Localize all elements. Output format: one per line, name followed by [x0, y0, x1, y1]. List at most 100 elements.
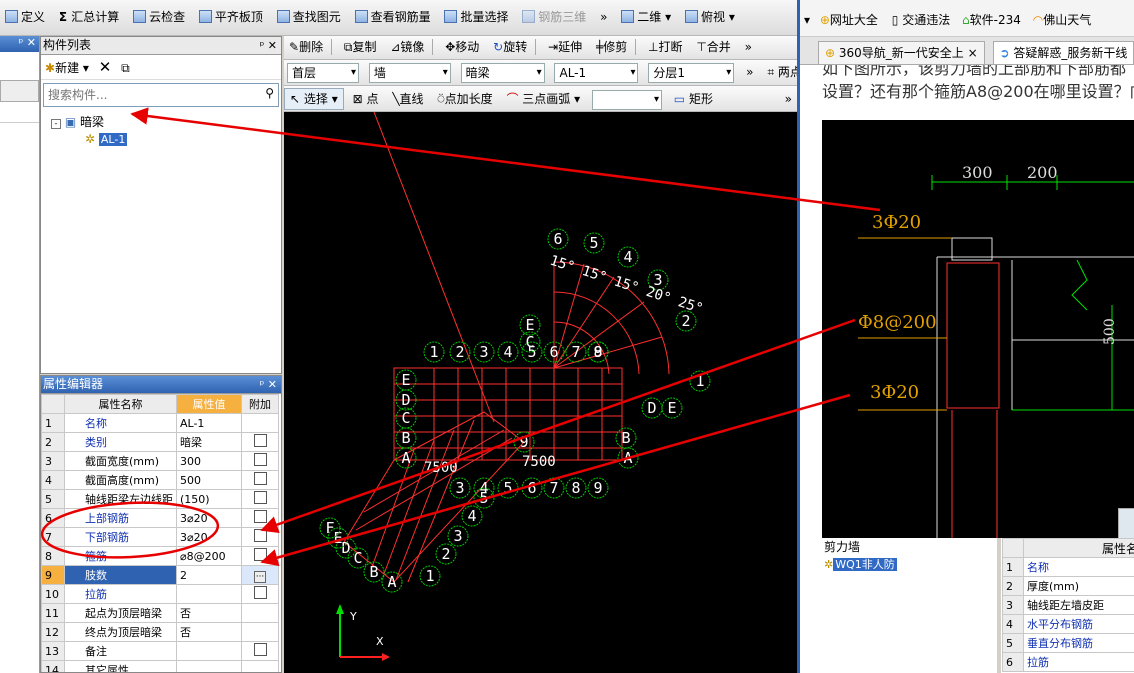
- pin-close-icons[interactable]: ᵖ ✕: [260, 37, 277, 54]
- extra-checkbox[interactable]: [253, 548, 267, 561]
- find-element-button[interactable]: 查找图元: [272, 6, 346, 28]
- copy-icon[interactable]: ⧉: [121, 61, 130, 75]
- floor-select[interactable]: 首层: [287, 63, 359, 83]
- property-row[interactable]: 3 截面宽度(mm) 300: [41, 451, 279, 471]
- property-value[interactable]: 300: [176, 451, 242, 471]
- type-select[interactable]: 墙: [368, 63, 451, 83]
- top-view-dropdown[interactable]: 俯视 ▾: [680, 6, 740, 28]
- tree-item[interactable]: ✲ AL-1: [51, 131, 281, 148]
- lower-property-row[interactable]: 3 轴线距左墙皮距: [1002, 595, 1134, 615]
- property-row[interactable]: 7 下部钢筋 3⌀20: [41, 527, 279, 547]
- copy-button[interactable]: ⧉复制: [339, 36, 382, 58]
- draw-toolbar-more[interactable]: »: [780, 88, 797, 110]
- three-point-arc-button[interactable]: ⌒ 三点画弧 ▾: [501, 88, 585, 110]
- property-row[interactable]: 12 终点为顶层暗梁否: [41, 622, 279, 642]
- move-button[interactable]: ✥移动: [440, 36, 484, 58]
- property-value[interactable]: 暗梁: [176, 432, 242, 452]
- bookmarks-arrow[interactable]: ▾: [804, 13, 810, 27]
- property-row[interactable]: 8 箍筋 ⌀8@200: [41, 546, 279, 566]
- left-strip-field[interactable]: [0, 80, 39, 102]
- break-button[interactable]: ⊥打断: [643, 36, 687, 58]
- edit-toolbar-more[interactable]: »: [740, 36, 757, 58]
- pin-close-icons[interactable]: ᵖ ✕: [260, 376, 277, 393]
- extra-checkbox[interactable]: [253, 491, 267, 504]
- component-select[interactable]: AL-1: [554, 63, 639, 83]
- tab-close-icon[interactable]: ×: [968, 46, 978, 60]
- align-slab-top-button[interactable]: 平齐板顶: [194, 6, 268, 28]
- property-row[interactable]: 1 名称 AL-1: [41, 413, 279, 433]
- summary-calc-button[interactable]: Σ 汇总计算: [54, 6, 124, 28]
- lower-property-row[interactable]: 2 厚度(mm): [1002, 576, 1134, 596]
- property-value[interactable]: 2: [176, 565, 242, 585]
- delete-icon[interactable]: ✕: [99, 58, 112, 76]
- batch-select-button[interactable]: 批量选择: [439, 6, 513, 28]
- filter-more[interactable]: »: [741, 61, 758, 83]
- browser-tab[interactable]: ⊕ 360导航_新一代安全上 ×: [818, 41, 985, 64]
- cad-canvas[interactable]: 1234567893456789654321EDCBADEBAABCDEF123…: [284, 112, 797, 673]
- property-row[interactable]: 14 其它属性: [41, 660, 279, 672]
- extra-checkbox[interactable]: [253, 510, 267, 523]
- ellipsis-button[interactable]: ···: [253, 570, 267, 583]
- lower-property-row[interactable]: 1 名称: [1002, 557, 1134, 577]
- property-value[interactable]: 3⌀20: [176, 508, 242, 528]
- property-row[interactable]: 10 拉筋: [41, 584, 279, 604]
- property-row[interactable]: 4 截面高度(mm) 500: [41, 470, 279, 490]
- property-row[interactable]: 6 上部钢筋 3⌀20: [41, 508, 279, 528]
- property-value[interactable]: ⌀8@200: [176, 546, 242, 566]
- browser-scroll-stub[interactable]: [1118, 508, 1134, 540]
- point-button[interactable]: ⊠ 点: [348, 88, 384, 110]
- search-icon[interactable]: ⚲: [265, 86, 274, 100]
- property-value[interactable]: 否: [176, 622, 242, 642]
- lower-property-row[interactable]: 5 垂直分布钢筋: [1002, 633, 1134, 653]
- extra-checkbox[interactable]: [253, 529, 267, 542]
- property-row[interactable]: 2 类别 暗梁: [41, 432, 279, 452]
- trim-button[interactable]: ╪修剪: [591, 36, 632, 58]
- rectangle-button[interactable]: ▭ 矩形: [669, 88, 718, 110]
- tree-group[interactable]: - ▣ 暗梁: [51, 114, 281, 131]
- select-button[interactable]: ↖ 选择 ▾: [284, 88, 344, 110]
- bookmark-item[interactable]: ⌂软件-234: [962, 13, 1021, 27]
- property-value[interactable]: [176, 660, 242, 672]
- collapse-icon[interactable]: -: [51, 119, 61, 129]
- subtype-select[interactable]: 暗梁: [460, 63, 545, 83]
- property-row[interactable]: 11 起点为顶层暗梁否: [41, 603, 279, 623]
- extra-checkbox[interactable]: [253, 434, 267, 447]
- toolbar-more[interactable]: »: [595, 6, 612, 28]
- property-row[interactable]: 13 备注: [41, 641, 279, 661]
- lower-property-row[interactable]: 6 拉筋: [1002, 652, 1134, 672]
- extra-checkbox[interactable]: [253, 643, 267, 656]
- property-value[interactable]: (150): [176, 489, 242, 509]
- delete-button[interactable]: ✎删除: [284, 36, 328, 58]
- browser-tab-active[interactable]: ➲ 答疑解惑_服务新干线: [992, 41, 1134, 64]
- view-2d-dropdown[interactable]: 二维 ▾: [616, 6, 676, 28]
- property-value[interactable]: 500: [176, 470, 242, 490]
- bookmark-item[interactable]: ▯ 交通违法: [892, 13, 950, 27]
- bookmark-item[interactable]: ◠佛山天气: [1033, 13, 1092, 27]
- point-length-button[interactable]: ⍥点加长度: [432, 88, 497, 110]
- lower-property-row[interactable]: 4 水平分布钢筋: [1002, 614, 1134, 634]
- property-value[interactable]: 3⌀20: [176, 527, 242, 547]
- define-button[interactable]: 定义: [0, 6, 50, 28]
- extra-checkbox[interactable]: [253, 453, 267, 466]
- view-rebar-button[interactable]: 查看钢筋量: [350, 6, 436, 28]
- property-value[interactable]: 否: [176, 603, 242, 623]
- mirror-button[interactable]: ⊿镜像: [385, 36, 429, 58]
- extend-button[interactable]: ⇥延伸: [543, 36, 587, 58]
- bookmark-item[interactable]: ⊕网址大全: [820, 13, 878, 27]
- two-point-button[interactable]: ⌗ 两点 »: [762, 61, 797, 83]
- extra-checkbox[interactable]: [253, 472, 267, 485]
- line-button[interactable]: ╲直线: [387, 88, 428, 110]
- property-row[interactable]: 5 轴线距梁左边线距 (150): [41, 489, 279, 509]
- property-value[interactable]: AL-1: [176, 413, 242, 433]
- search-input[interactable]: [46, 85, 250, 105]
- rebar-3d-button[interactable]: 钢筋三维: [517, 6, 591, 28]
- rotate-button[interactable]: ↻旋转: [488, 36, 532, 58]
- new-button[interactable]: ✱新建 ▾: [45, 61, 89, 75]
- property-value[interactable]: [176, 584, 242, 604]
- cloud-check-button[interactable]: 云检查: [128, 6, 190, 28]
- merge-button[interactable]: ⊤合并: [691, 36, 735, 58]
- property-row[interactable]: 9 肢数 2 ···: [41, 565, 279, 585]
- property-value[interactable]: [176, 641, 242, 661]
- arc-mode-select[interactable]: [591, 90, 662, 110]
- extra-checkbox[interactable]: [253, 586, 267, 599]
